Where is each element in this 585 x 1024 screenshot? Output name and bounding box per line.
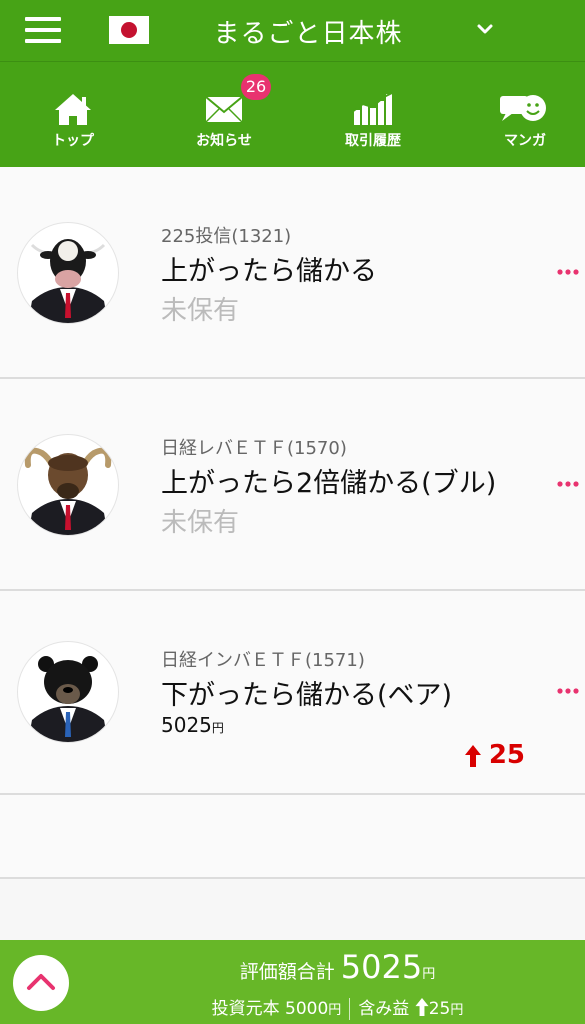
tab-label: お知らせ [196,133,252,149]
gain-label: 含み益 [358,999,410,1019]
price-change: 25 [464,740,525,770]
empty-row [0,795,585,879]
news-badge: 26 [241,74,271,100]
tab-history[interactable]: 取引履歴 [318,62,428,167]
fund-code: 225投信(1321) [161,226,292,247]
gain-value: 25 [428,999,451,1019]
more-icon[interactable] [557,479,579,489]
fund-code: 日経レバＥＴＦ(1570) [161,438,347,459]
principal-label: 投資元本 [211,999,280,1019]
tab-news[interactable]: 26 お知らせ [169,62,279,167]
tab-manga[interactable]: マンガ [470,62,580,167]
total-label: 評価額合計 [239,961,335,983]
japan-flag-icon [109,16,149,44]
fund-code: 日経インバＥＴＦ(1571) [161,650,365,671]
fund-card[interactable]: 225投信(1321) 上がったら儲かる 未保有 [0,167,585,379]
holding-status: 未保有 [161,296,240,326]
divider [349,998,351,1020]
fund-card[interactable]: 日経レバＥＴＦ(1570) 上がったら2倍儲かる(ブル) 未保有 [0,379,585,591]
more-icon[interactable] [557,686,579,696]
fund-name: 上がったら儲かる [161,256,377,287]
cow-avatar [17,222,119,324]
nav-tabbar: トップ 26 お知らせ 取引履歴 マンガ [0,62,585,167]
home-icon [55,94,91,125]
bear-avatar [17,641,119,743]
principal-value: 5000 [285,999,329,1019]
holding-status: 未保有 [161,508,240,538]
price-unit: 円 [211,721,224,735]
change-value: 25 [488,740,525,770]
fund-name: 上がったら2倍儲かる(ブル) [161,468,497,499]
tab-label: 取引履歴 [345,133,401,149]
total-unit: 円 [422,967,436,982]
fund-card[interactable]: 日経インバＥＴＦ(1571) 下がったら儲かる(ベア) 5025円 25 [0,591,585,795]
price: 5025円 [161,713,224,737]
app-header: まるごと日本株 [0,0,585,62]
tab-label: トップ [52,133,94,149]
menu-icon[interactable] [25,17,61,43]
principal-unit: 円 [328,1003,342,1018]
chart-icon [351,92,393,125]
chevron-down-icon[interactable] [476,20,494,38]
tab-top[interactable]: トップ [18,62,128,167]
total-line: 評価額合計 5025円 [0,948,585,986]
price-value: 5025 [161,713,212,737]
more-icon[interactable] [557,267,579,277]
arrow-up-icon [464,744,481,767]
arrow-up-icon [415,998,429,1016]
fund-name: 下がったら儲かる(ベア) [161,680,453,711]
tab-label: マンガ [504,133,546,149]
total-value: 5025 [340,948,423,986]
app-title: まるごと日本株 [213,19,403,49]
manga-icon [500,95,546,121]
gain-unit: 円 [450,1003,464,1018]
sub-line: 投資元本 5000円 含み益 25円 [0,994,585,1020]
summary-footer: 評価額合計 5025円 投資元本 5000円 含み益 25円 [0,940,585,1024]
bull-avatar [17,434,119,536]
